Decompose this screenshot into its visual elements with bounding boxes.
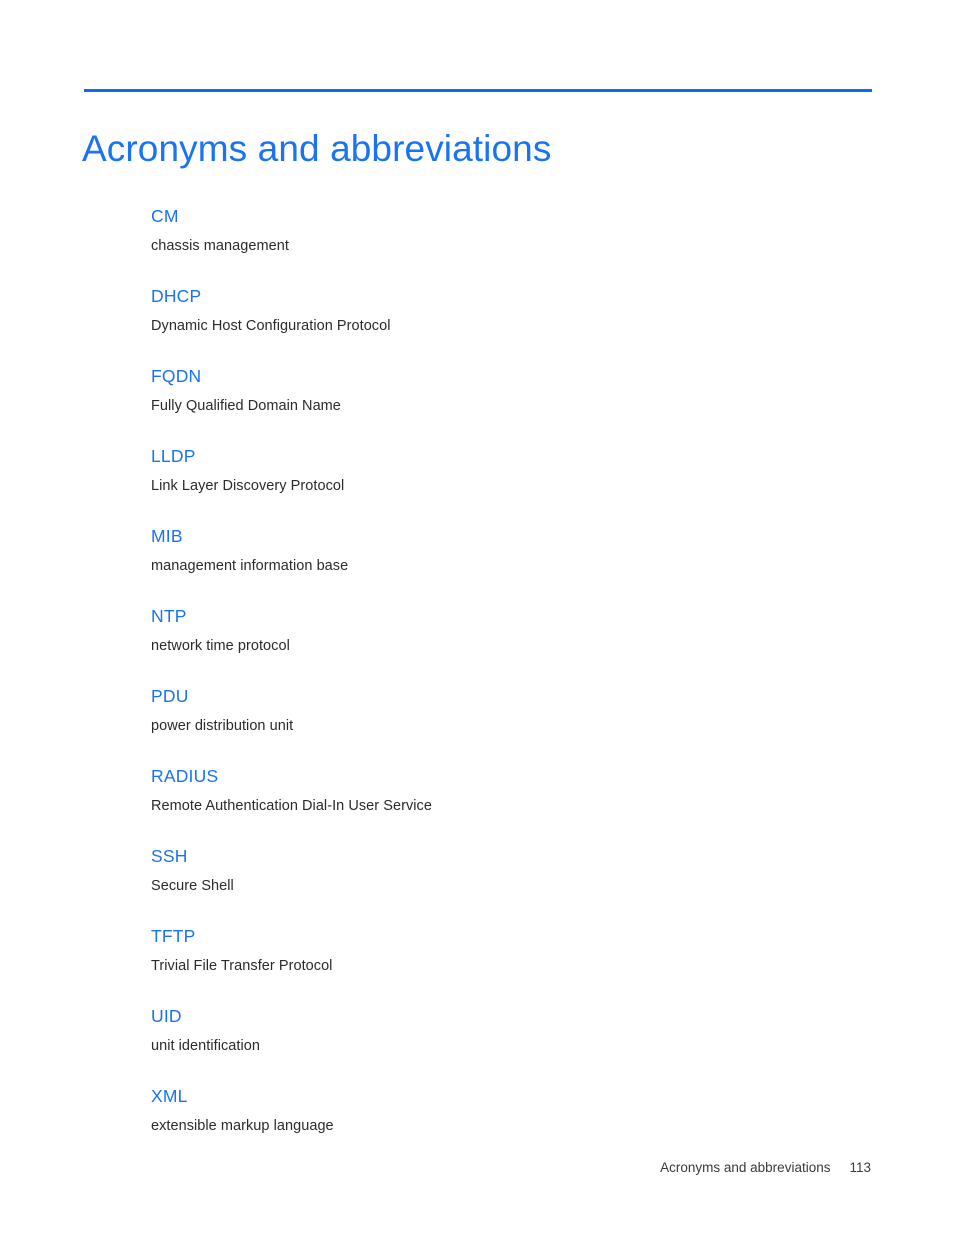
glossary-term: LLDP xyxy=(151,446,196,466)
glossary-definition: Trivial File Transfer Protocol xyxy=(151,958,333,974)
glossary-entry: RADIUS Remote Authentication Dial-In User… xyxy=(151,765,851,816)
glossary-term: TFTP xyxy=(151,926,196,946)
page-title: Acronyms and abbreviations xyxy=(82,127,552,169)
glossary-definition: Fully Qualified Domain Name xyxy=(151,398,341,414)
page-footer: Acronyms and abbreviations 113 xyxy=(84,1159,871,1177)
glossary-definition: Remote Authentication Dial-In User Servi… xyxy=(151,798,432,814)
glossary-definition: Link Layer Discovery Protocol xyxy=(151,478,345,494)
glossary-term: SSH xyxy=(151,846,188,866)
glossary-term: RADIUS xyxy=(151,766,219,786)
glossary-entry: PDU power distribution unit xyxy=(151,685,851,736)
footer-page-number: 113 xyxy=(849,1160,871,1175)
title-divider-rule xyxy=(84,89,872,92)
glossary-entry: NTP network time protocol xyxy=(151,605,851,656)
glossary-entry: SSH Secure Shell xyxy=(151,845,851,896)
glossary-definition: chassis management xyxy=(151,238,289,254)
glossary-list: CM chassis management DHCP Dynamic Host Con… xyxy=(151,205,851,1136)
glossary-entry: UID unit identification xyxy=(151,1005,851,1056)
glossary-entry: DHCP Dynamic Host Configuration Protocol xyxy=(151,285,851,336)
glossary-entry: MIB management information base xyxy=(151,525,851,576)
glossary-entry: FQDN Fully Qualified Domain Name xyxy=(151,365,851,416)
glossary-definition: Dynamic Host Configuration Protocol xyxy=(151,318,391,334)
glossary-entry: LLDP Link Layer Discovery Protocol xyxy=(151,445,851,496)
glossary-term: CM xyxy=(151,206,179,226)
glossary-term: NTP xyxy=(151,606,187,626)
document-page: Acronyms and abbreviations CM chassis man… xyxy=(0,0,954,1235)
footer-section-label: Acronyms and abbreviations xyxy=(660,1160,831,1175)
glossary-term: DHCP xyxy=(151,286,202,306)
glossary-definition: management information base xyxy=(151,558,349,574)
glossary-definition: Secure Shell xyxy=(151,878,234,894)
glossary-entry: XML extensible markup language xyxy=(151,1085,851,1136)
glossary-term: FQDN xyxy=(151,366,202,386)
glossary-entry: TFTP Trivial File Transfer Protocol xyxy=(151,925,851,976)
glossary-definition: network time protocol xyxy=(151,638,290,654)
glossary-term: XML xyxy=(151,1086,188,1106)
glossary-entry: CM chassis management xyxy=(151,205,851,256)
glossary-definition: extensible markup language xyxy=(151,1118,334,1134)
glossary-definition: unit identification xyxy=(151,1038,260,1054)
glossary-definition: power distribution unit xyxy=(151,718,294,734)
glossary-term: PDU xyxy=(151,686,189,706)
glossary-term: UID xyxy=(151,1006,182,1026)
glossary-term: MIB xyxy=(151,526,183,546)
